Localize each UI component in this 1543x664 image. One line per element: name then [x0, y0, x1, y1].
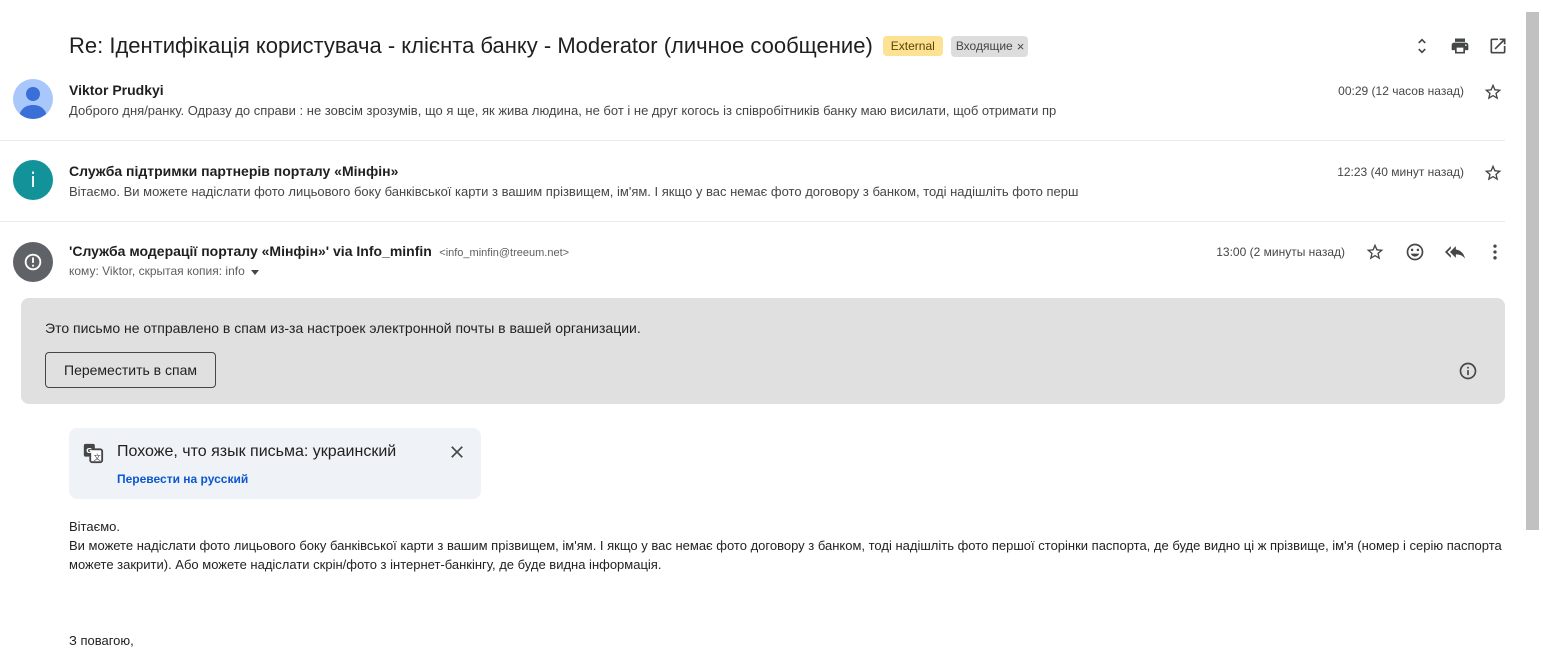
- star-icon[interactable]: [1363, 240, 1387, 264]
- move-to-spam-button[interactable]: Переместить в спам: [45, 352, 216, 388]
- thread-toolbar: [1410, 34, 1510, 58]
- message-sender: Viktor Prudkyi: [69, 82, 164, 98]
- thread-subject-row: Re: Ідентифікація користувача - клієнта …: [69, 30, 1029, 62]
- label-inbox[interactable]: Входящие ×: [950, 35, 1029, 57]
- spam-notice-text: Это письмо не отправлено в спам из-за на…: [45, 320, 641, 336]
- thread-subject: Re: Ідентифікація користувача - клієнта …: [69, 33, 873, 58]
- info-icon[interactable]: [1456, 359, 1480, 383]
- alert-icon: [24, 253, 42, 271]
- message-sender[interactable]: 'Служба модерації порталу «Мінфін»' via …: [69, 243, 432, 259]
- emoji-icon[interactable]: [1403, 240, 1427, 264]
- more-vert-icon[interactable]: [1483, 240, 1507, 264]
- scrollbar-thumb[interactable]: [1526, 12, 1539, 530]
- svg-text:G: G: [86, 446, 92, 455]
- svg-text:文: 文: [93, 453, 101, 462]
- label-inbox-text: Входящие: [955, 39, 1013, 53]
- message-snippet: Вітаємо. Ви можете надіслати фото лицьов…: [69, 184, 1079, 199]
- message-snippet: Доброго дня/ранку. Одразу до справи : не…: [69, 103, 1057, 118]
- message-sender: Служба підтримки партнерів порталу «Мінф…: [69, 163, 399, 179]
- reply-all-icon[interactable]: [1443, 240, 1467, 264]
- translate-icon: G 文: [82, 442, 104, 464]
- sender-line: 'Служба модерації порталу «Мінфін»' via …: [69, 243, 569, 261]
- close-icon[interactable]: [446, 441, 468, 463]
- message-time: 12:23 (40 минут назад): [1337, 165, 1464, 179]
- body-signoff: З повагою,: [69, 633, 134, 648]
- message-body: Вітаємо. Ви можете надіслати фото лицьов…: [69, 517, 1509, 574]
- message-open-header: 'Служба модерації порталу «Мінфін»' via …: [0, 230, 1505, 290]
- recipients-text: кому: Viktor, скрытая копия: info: [69, 264, 245, 278]
- person-icon: [19, 87, 47, 119]
- body-line: Ви можете надіслати фото лицьового боку …: [69, 538, 1502, 572]
- avatar[interactable]: i: [13, 160, 53, 200]
- translate-title: Похоже, что язык письма: украинский: [117, 443, 397, 460]
- expand-collapse-icon[interactable]: [1410, 34, 1434, 58]
- avatar[interactable]: [13, 79, 53, 119]
- body-line: Вітаємо.: [69, 519, 121, 534]
- chevron-down-icon[interactable]: [250, 269, 259, 275]
- star-icon[interactable]: [1481, 80, 1505, 104]
- translate-link[interactable]: Перевести на русский: [117, 472, 248, 486]
- message-toolbar: [1363, 240, 1507, 264]
- message-time: 00:29 (12 часов назад): [1338, 84, 1464, 98]
- star-icon[interactable]: [1481, 161, 1505, 185]
- message-time: 13:00 (2 минуты назад): [1216, 245, 1345, 259]
- message-collapsed-2[interactable]: i Служба підтримки партнерів порталу «Мі…: [0, 141, 1505, 222]
- print-icon[interactable]: [1448, 34, 1472, 58]
- avatar[interactable]: [13, 242, 53, 282]
- sender-email: <info_minfin@treeum.net>: [439, 247, 570, 259]
- message-divider: [0, 221, 1505, 222]
- translate-card: G 文 Похоже, что язык письма: украинский …: [69, 428, 481, 499]
- label-inbox-remove-icon[interactable]: ×: [1017, 39, 1025, 54]
- message-collapsed-1[interactable]: Viktor Prudkyi Доброго дня/ранку. Одразу…: [0, 60, 1505, 141]
- recipients[interactable]: кому: Viktor, скрытая копия: info: [69, 264, 259, 278]
- open-new-window-icon[interactable]: [1486, 34, 1510, 58]
- label-external[interactable]: External: [882, 36, 943, 56]
- spam-notice-banner: Это письмо не отправлено в спам из-за на…: [21, 298, 1505, 404]
